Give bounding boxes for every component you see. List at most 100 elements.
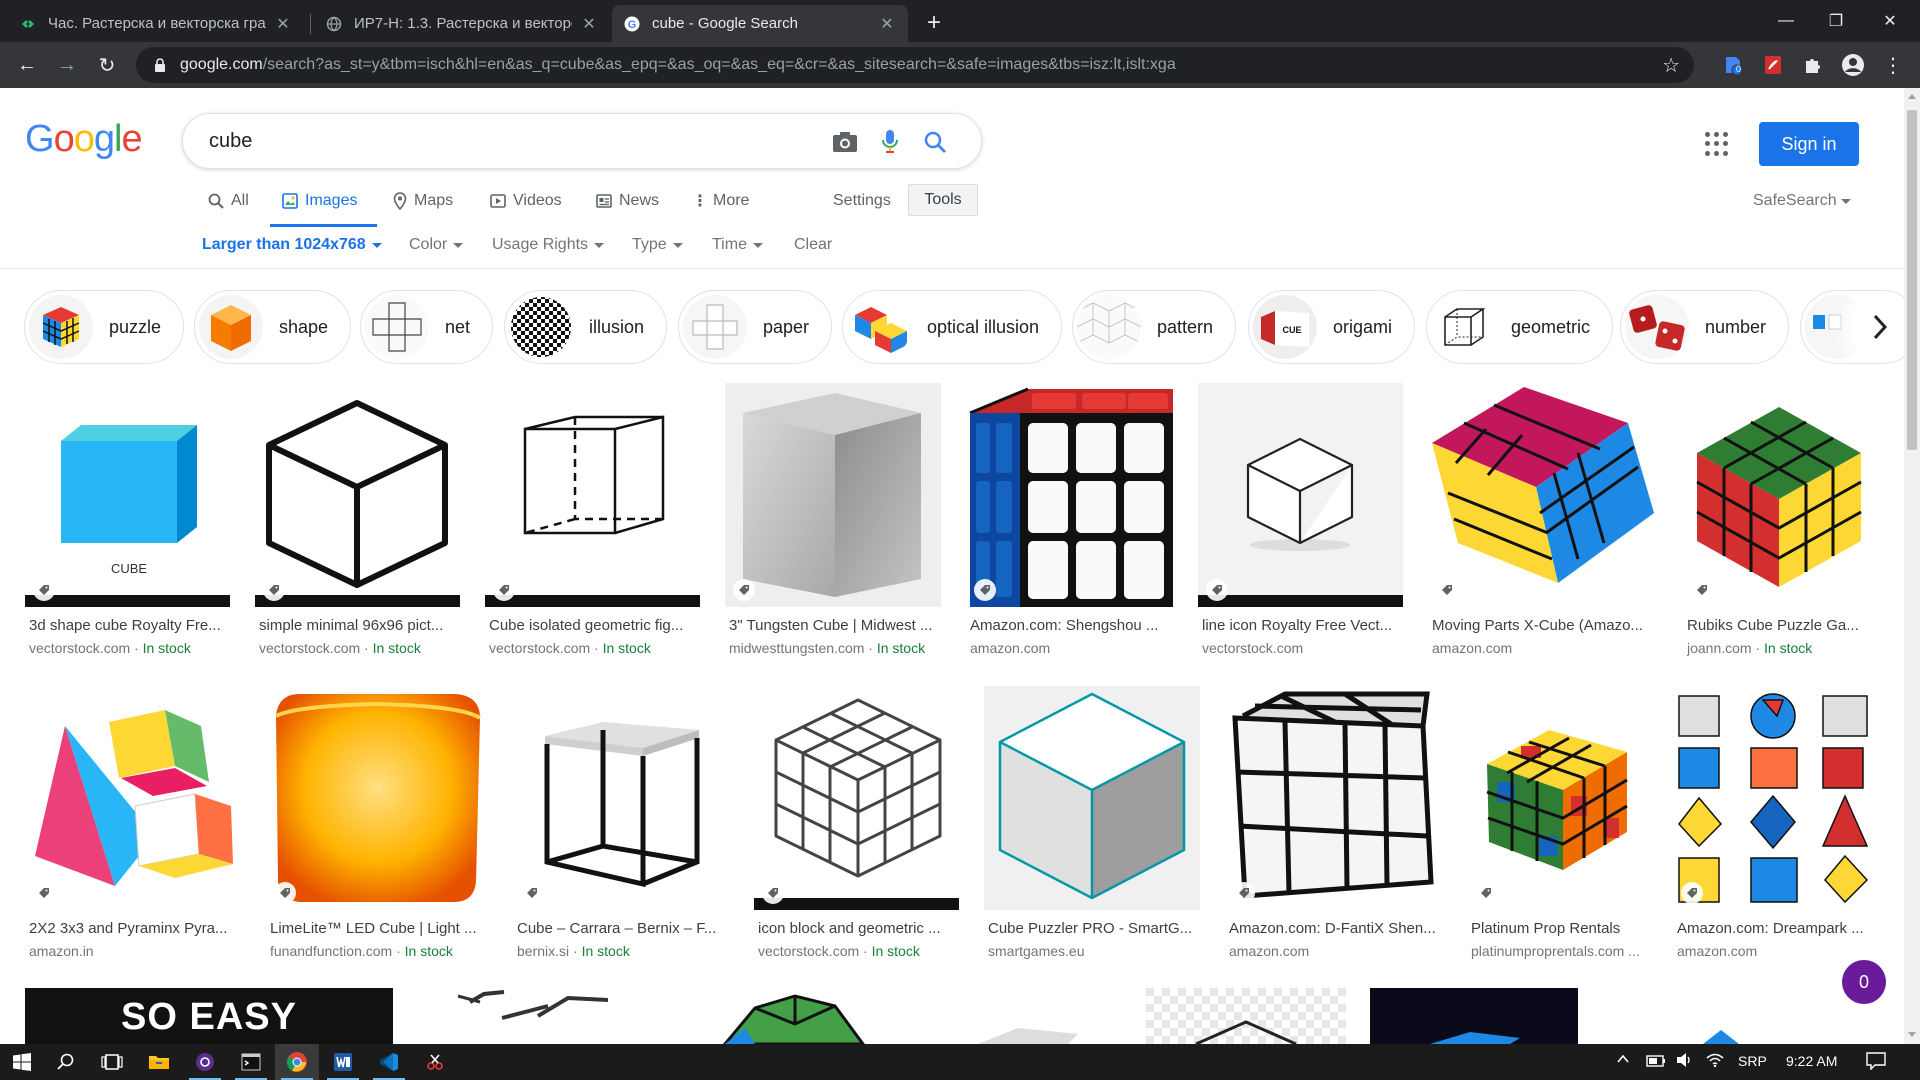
result-source[interactable]: vectorstock.com · In stock <box>259 640 459 656</box>
chips-next-chevron-icon[interactable] <box>1856 300 1904 354</box>
result-image-mirror-cube[interactable] <box>1225 686 1441 910</box>
result-title[interactable]: line icon Royalty Free Vect... <box>1202 617 1402 634</box>
result-title[interactable]: simple minimal 96x96 pict... <box>259 617 459 634</box>
result-title[interactable]: 3" Tungsten Cube | Midwest ... <box>729 617 939 634</box>
battery-icon[interactable] <box>1646 1054 1666 1070</box>
close-window-icon[interactable]: ✕ <box>1860 0 1920 42</box>
result-image-transparent-cube[interactable] <box>1146 988 1346 1044</box>
result-image-megaminx[interactable] <box>685 988 893 1044</box>
tab-maps[interactable]: Maps <box>393 189 453 213</box>
windows-start-icon[interactable] <box>0 1044 44 1080</box>
scroll-up-arrow-icon[interactable] <box>1908 94 1916 99</box>
result-title[interactable]: LimeLite™ LED Cube | Light ... <box>270 920 486 937</box>
result-title[interactable]: Amazon.com: Dreampark ... <box>1677 920 1873 937</box>
lock-icon[interactable] <box>152 57 168 73</box>
result-image-x-cube[interactable] <box>1428 383 1658 607</box>
result-image-rubiks-puzzle[interactable] <box>1683 383 1874 607</box>
result-source[interactable]: bernix.si · In stock <box>517 943 727 959</box>
pdf-extension-icon[interactable] <box>1760 52 1786 78</box>
result-title[interactable]: Cube isolated geometric fig... <box>489 617 699 634</box>
tab-more[interactable]: ⋮ More <box>692 189 749 213</box>
result-source[interactable]: smartgames.eu <box>988 943 1198 959</box>
result-image-cube-puzzler[interactable] <box>984 686 1200 910</box>
chip-shape[interactable]: shape <box>194 290 352 364</box>
browser-tab-3-active[interactable]: G cube - Google Search ✕ <box>612 5 908 42</box>
clock[interactable]: 9:22 AM <box>1786 1053 1837 1069</box>
search-icon[interactable] <box>921 128 949 156</box>
terminal-icon[interactable] <box>229 1044 273 1080</box>
extension-badge-icon[interactable]: 0 <box>1720 52 1746 78</box>
voice-search-icon[interactable] <box>876 128 904 156</box>
teams-app-icon[interactable] <box>183 1044 227 1080</box>
browser-tab-1[interactable]: Час. Растерска и векторска граф ✕ <box>8 5 304 42</box>
safesearch-toggle[interactable]: SafeSearch <box>1753 192 1851 210</box>
result-source[interactable]: amazon.com <box>1229 943 1439 959</box>
result-image-neon-cube[interactable] <box>1370 988 1578 1044</box>
chip-puzzle[interactable]: puzzle <box>24 290 185 364</box>
page-scrollbar[interactable] <box>1904 88 1920 1044</box>
volume-icon[interactable] <box>1676 1052 1694 1071</box>
result-image-tungsten-cube[interactable] <box>725 383 941 607</box>
type-filter[interactable]: Type <box>632 236 683 254</box>
chip-pattern[interactable]: pattern <box>1072 290 1237 364</box>
chrome-taskbar-icon[interactable] <box>275 1044 319 1080</box>
size-filter[interactable]: Larger than 1024x768 <box>202 236 382 254</box>
tools-button[interactable]: Tools <box>908 184 978 216</box>
tab-videos[interactable]: Videos <box>490 189 562 213</box>
result-title[interactable]: 2X2 3x3 and Pyraminx Pyra... <box>29 920 241 937</box>
chip-illusion[interactable]: illusion <box>504 290 668 364</box>
result-image-grid-cube[interactable] <box>754 686 959 910</box>
bookmark-star-icon[interactable]: ☆ <box>1662 53 1680 78</box>
new-tab-icon[interactable]: + <box>920 9 948 37</box>
time-filter[interactable]: Time <box>712 236 763 254</box>
result-title[interactable]: Amazon.com: Shengshou ... <box>970 617 1170 634</box>
wifi-icon[interactable] <box>1706 1052 1724 1071</box>
tab-all[interactable]: All <box>208 189 249 213</box>
result-image-blue-cube[interactable]: CUBE <box>25 383 230 607</box>
result-source[interactable]: funandfunction.com · In stock <box>270 943 486 959</box>
result-image-shengshou-cube[interactable] <box>966 383 1173 607</box>
close-tab-icon[interactable]: ✕ <box>580 15 598 33</box>
color-filter[interactable]: Color <box>409 236 464 254</box>
chip-net[interactable]: net <box>360 290 494 364</box>
close-tab-icon[interactable]: ✕ <box>878 15 896 33</box>
word-icon[interactable] <box>321 1044 365 1080</box>
scroll-down-arrow-icon[interactable] <box>1908 1032 1916 1037</box>
maximize-icon[interactable]: ❐ <box>1806 0 1866 42</box>
camera-search-icon[interactable] <box>831 128 859 156</box>
forward-icon[interactable]: → <box>52 50 82 80</box>
result-image-carrara-table[interactable] <box>513 686 729 910</box>
tab-news[interactable]: News <box>596 189 659 213</box>
result-title[interactable]: Rubiks Cube Puzzle Ga... <box>1687 617 1873 634</box>
profile-icon[interactable] <box>1840 52 1866 78</box>
settings-link[interactable]: Settings <box>833 189 891 213</box>
search-query[interactable]: cube <box>209 130 252 153</box>
result-image-dreampark-puzzles[interactable] <box>1673 686 1874 910</box>
result-source[interactable]: amazon.com <box>1432 640 1658 656</box>
snipping-tool-icon[interactable] <box>413 1044 457 1080</box>
result-source[interactable]: midwesttungsten.com · In stock <box>729 640 939 656</box>
back-icon[interactable]: ← <box>12 50 42 80</box>
sign-in-button[interactable]: Sign in <box>1759 122 1859 166</box>
result-image-dashed-cube[interactable] <box>485 383 700 607</box>
google-apps-icon[interactable] <box>1705 132 1729 156</box>
scrollbar-thumb[interactable] <box>1907 110 1917 450</box>
result-image-rubiks-rental[interactable] <box>1467 686 1648 910</box>
search-box[interactable]: cube <box>182 113 982 169</box>
chip-optical-illusion[interactable]: optical illusion <box>842 290 1063 364</box>
chip-number[interactable]: number <box>1620 290 1790 364</box>
result-source[interactable]: joann.com · In stock <box>1687 640 1873 656</box>
result-image-grey-cube[interactable] <box>918 988 1128 1044</box>
result-image-outline-cube[interactable] <box>255 383 460 607</box>
google-logo[interactable]: Google <box>25 118 143 161</box>
notifications-icon[interactable] <box>1866 1052 1886 1073</box>
usage-rights-filter[interactable]: Usage Rights <box>492 236 605 254</box>
task-view-icon[interactable] <box>90 1044 134 1080</box>
chrome-menu-icon[interactable]: ⋮ <box>1880 52 1906 78</box>
result-title[interactable]: Platinum Prop Rentals <box>1471 920 1647 937</box>
show-hidden-icons-chevron-icon[interactable] <box>1616 1052 1630 1069</box>
clear-filters-link[interactable]: Clear <box>794 236 832 254</box>
extensions-puzzle-icon[interactable] <box>1800 52 1826 78</box>
result-source[interactable]: platinumproprentals.com ... <box>1471 943 1647 959</box>
tab-images[interactable]: Images <box>282 189 357 213</box>
